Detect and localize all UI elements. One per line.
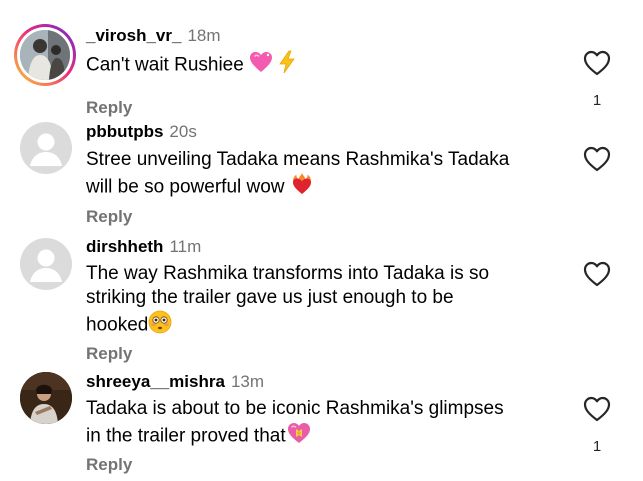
default-avatar-icon	[30, 249, 62, 282]
timestamp: 11m	[169, 237, 202, 256]
reply-button[interactable]: Reply	[86, 207, 132, 227]
reply-button[interactable]: Reply	[86, 344, 132, 364]
comment-text: Tadaka is about to be iconic Rashmika's …	[86, 397, 556, 452]
comment-text: Stree unveiling Tadaka means Rashmika's …	[86, 148, 556, 203]
comment-text-line: striking the trailer gave us just enough…	[86, 287, 454, 308]
reply-button[interactable]: Reply	[86, 98, 132, 118]
comment-meta: shreeya__mishra 13m	[86, 372, 264, 392]
comment-text-line: Stree unveiling Tadaka means Rashmika's …	[86, 149, 510, 170]
default-avatar-icon	[30, 133, 62, 166]
avatar[interactable]	[20, 122, 72, 174]
username[interactable]: dirshheth	[86, 237, 163, 256]
timestamp: 13m	[230, 372, 265, 391]
timestamp: 20s	[169, 122, 197, 141]
heart-outline-icon[interactable]	[583, 50, 611, 76]
person-photo-icon	[20, 372, 72, 424]
comment-text-line: The way Rashmika transforms into Tadaka …	[86, 263, 490, 284]
like-count[interactable]: 1	[590, 92, 604, 109]
heart-on-fire-emoji	[290, 172, 314, 203]
heart-outline-icon[interactable]	[583, 261, 611, 287]
sparkling-heart-emoji	[249, 51, 273, 80]
username[interactable]: _virosh_vr_	[86, 26, 181, 45]
comment-text-line: Tadaka is about to be iconic Rashmika's …	[86, 398, 504, 419]
high-voltage-emoji	[278, 50, 296, 81]
comment-text: Can't wait Rushiee	[86, 50, 556, 81]
avatar-photo	[20, 30, 70, 80]
person-photo-icon	[20, 30, 70, 80]
comment-text: The way Rashmika transforms into Tadaka …	[86, 262, 556, 341]
comment-text-content: Can't wait Rushiee	[86, 54, 244, 76]
reply-button[interactable]: Reply	[86, 455, 132, 475]
like-count[interactable]: 1	[590, 438, 604, 455]
avatar[interactable]	[20, 372, 72, 424]
heart-with-ribbon-emoji	[286, 421, 312, 452]
heart-outline-icon[interactable]	[583, 146, 611, 172]
timestamp: 18m	[187, 26, 221, 45]
heart-outline-icon[interactable]	[583, 396, 611, 422]
flushed-face-emoji	[148, 310, 172, 341]
comment-meta: _virosh_vr_ 18m	[86, 26, 221, 46]
username[interactable]: pbbutpbs	[86, 122, 163, 141]
avatar[interactable]	[14, 24, 76, 86]
comment-text-line: will be so powerful wow	[86, 176, 285, 198]
username[interactable]: shreeya__mishra	[86, 372, 225, 391]
comment-text-line: in the trailer proved that	[86, 425, 286, 447]
comment-meta: pbbutpbs 20s	[86, 122, 197, 142]
avatar[interactable]	[20, 238, 72, 290]
comment-meta: dirshheth 11m	[86, 237, 201, 257]
comment-text-line: hooked	[86, 314, 149, 336]
